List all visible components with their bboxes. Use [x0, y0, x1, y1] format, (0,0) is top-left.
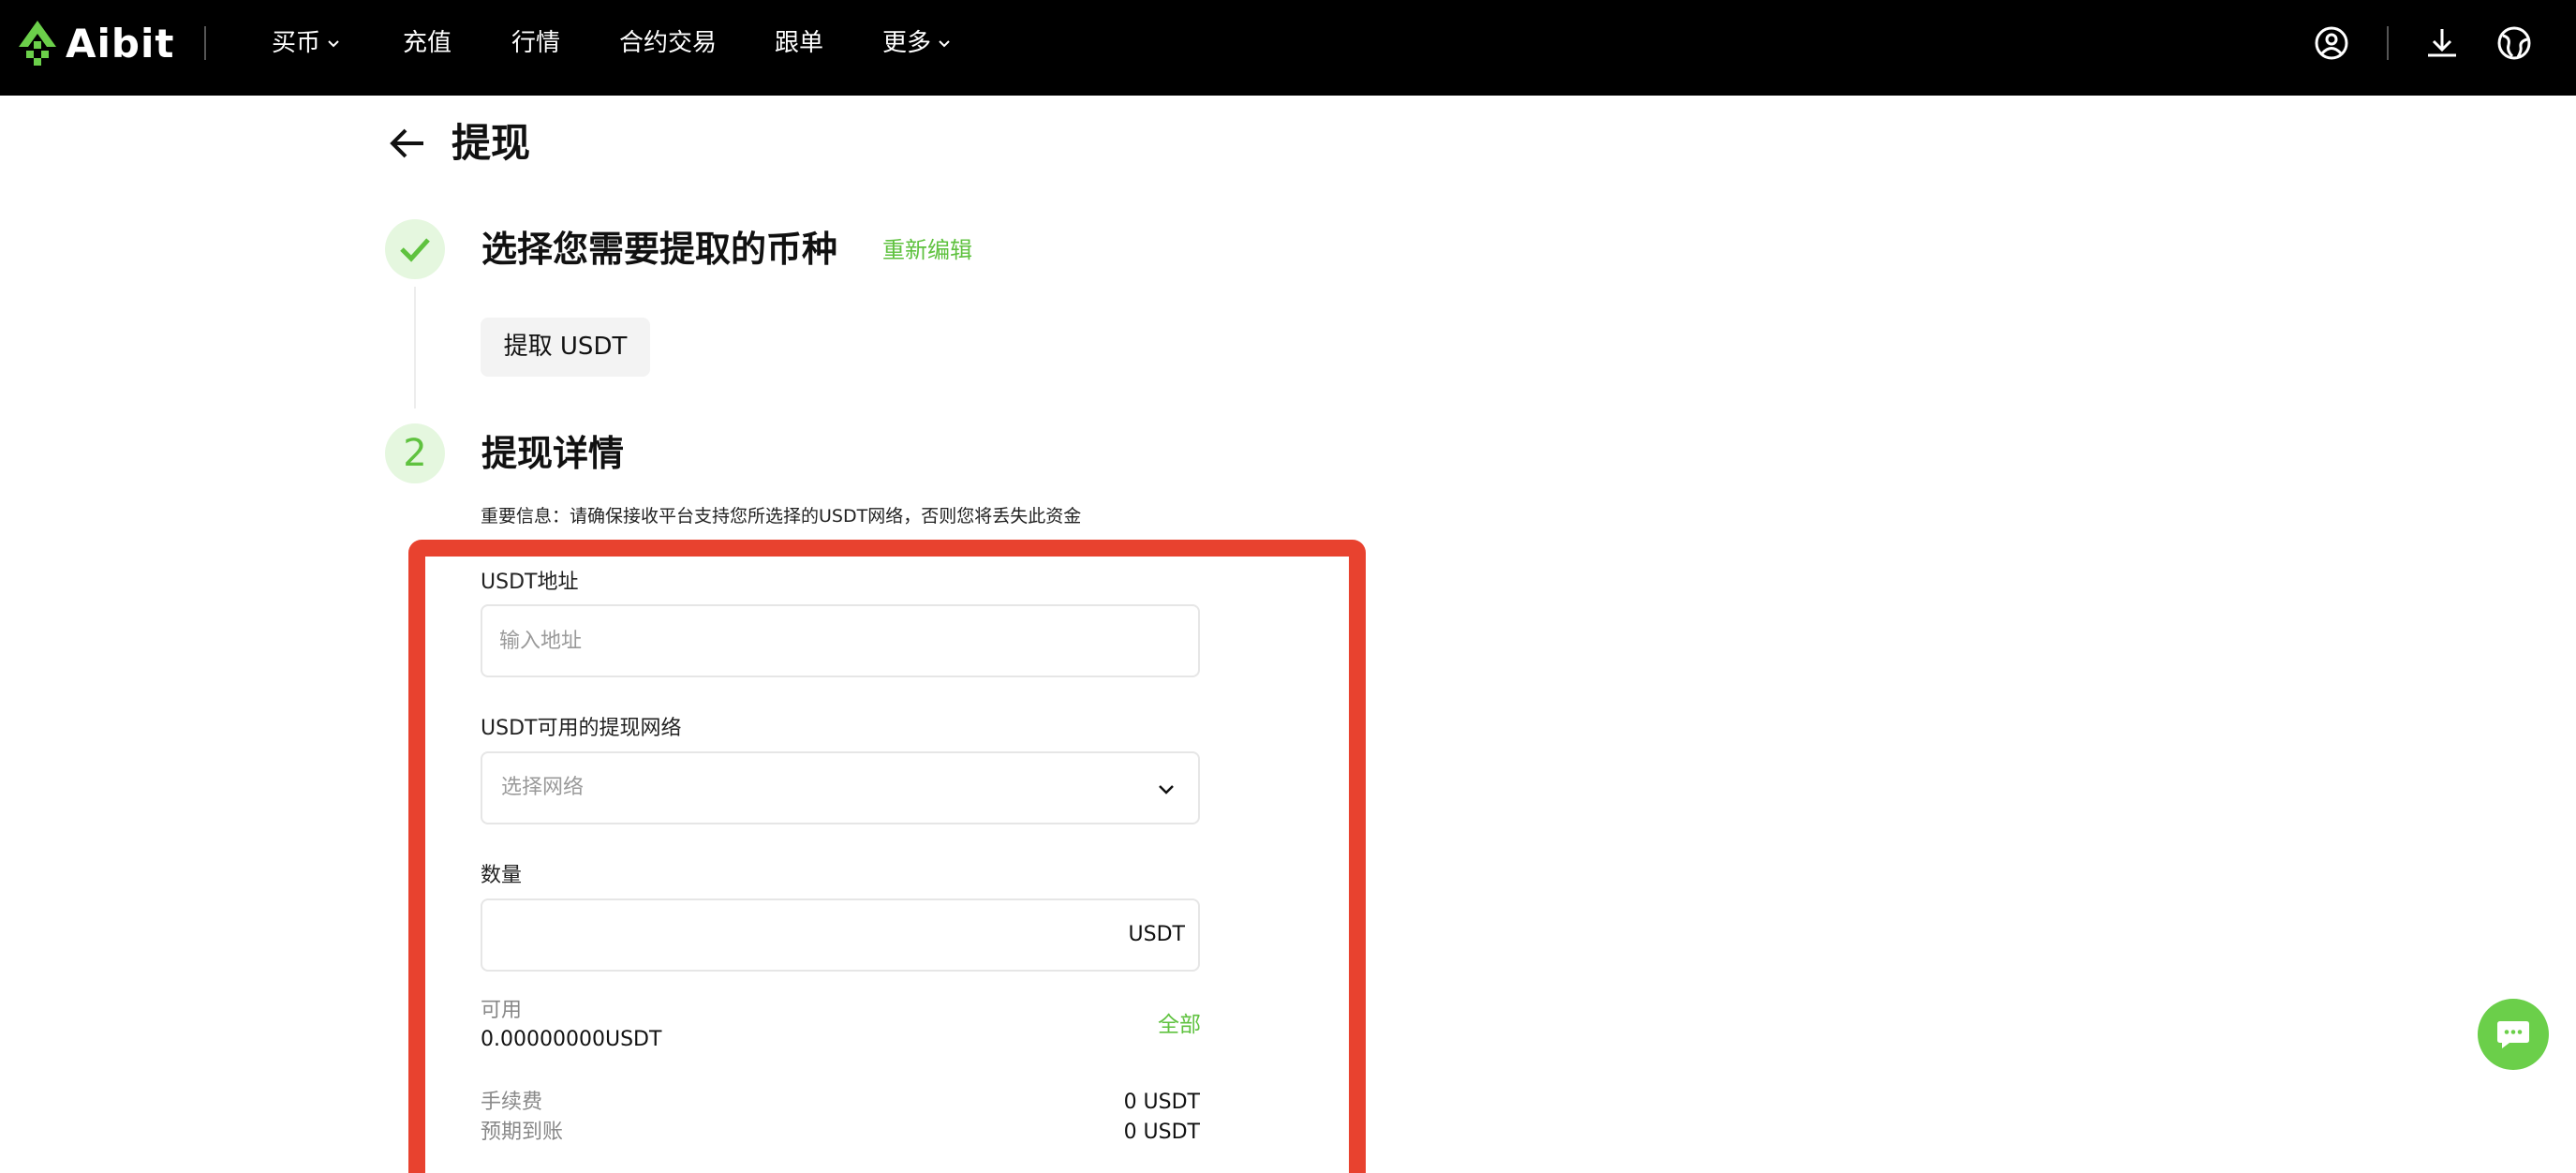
important-notice: 重要信息：请确保接收平台支持您所选择的USDT网络，否则您将丢失此资金: [481, 506, 1082, 527]
nav-item-futures[interactable]: 合约交易: [619, 24, 717, 62]
nav-item-label: 充值: [403, 29, 452, 57]
step1-indicator: [385, 219, 445, 279]
withdraw-all-link[interactable]: 全部: [1158, 1010, 1201, 1040]
checkmark-icon: [400, 238, 430, 262]
selected-coin-chip: 提取 USDT: [481, 318, 650, 377]
top-navbar: Aibit 买币 充值 行情 合约交易 跟单 更多: [0, 0, 2576, 96]
globe-icon[interactable]: [2495, 24, 2533, 62]
nav-item-label: 行情: [511, 29, 561, 57]
nav-divider: [204, 26, 206, 60]
user-icon[interactable]: [2313, 24, 2350, 62]
fee-value: 0 USDT: [1123, 1091, 1200, 1114]
step2-title: 提现详情: [481, 433, 625, 474]
available-value: 0.00000000USDT: [481, 1028, 662, 1051]
address-field[interactable]: [481, 604, 1200, 677]
step-connector: [414, 287, 416, 408]
address-label: USDT地址: [481, 571, 579, 594]
amount-label: 数量: [481, 864, 523, 887]
chevron-down-icon: [1159, 785, 1174, 794]
logo[interactable]: Aibit: [17, 19, 174, 67]
expected-label: 预期到账: [481, 1121, 564, 1144]
back-arrow-icon[interactable]: [386, 122, 429, 165]
nav-item-market[interactable]: 行情: [511, 24, 560, 62]
expected-value: 0 USDT: [1123, 1121, 1200, 1144]
chat-icon: [2497, 1021, 2529, 1048]
nav-item-buy-coin[interactable]: 买币: [272, 24, 341, 62]
chevron-down-icon: [939, 40, 950, 48]
re-edit-link[interactable]: 重新编辑: [882, 234, 972, 266]
network-placeholder: 选择网络: [501, 776, 585, 799]
amount-input[interactable]: [482, 900, 1198, 970]
brand-name: Aibit: [66, 20, 175, 67]
toolbar-divider: [2387, 26, 2389, 60]
nav-item-more[interactable]: 更多: [882, 24, 952, 62]
nav-item-label: 买币: [272, 29, 321, 57]
nav-item-label: 跟单: [775, 29, 824, 57]
amount-field[interactable]: USDT: [481, 898, 1200, 972]
nav-item-deposit[interactable]: 充值: [403, 24, 452, 62]
nav-item-label: 合约交易: [619, 29, 718, 57]
available-label: 可用: [481, 999, 523, 1022]
fee-label: 手续费: [481, 1091, 543, 1114]
network-select[interactable]: 选择网络: [481, 751, 1200, 824]
logo-icon: [19, 21, 56, 66]
nav-item-copy-trading[interactable]: 跟单: [775, 24, 823, 62]
download-icon[interactable]: [2423, 24, 2461, 62]
step2-indicator: 2: [385, 423, 445, 483]
address-input[interactable]: [482, 606, 1198, 676]
chevron-down-icon: [328, 40, 339, 48]
amount-unit: USDT: [1128, 923, 1185, 946]
nav-item-label: 更多: [882, 29, 932, 57]
network-label: USDT可用的提现网络: [481, 717, 682, 740]
step1-title: 选择您需要提取的币种: [481, 229, 838, 270]
chat-button[interactable]: [2478, 999, 2549, 1070]
page-title: 提现: [452, 120, 531, 166]
